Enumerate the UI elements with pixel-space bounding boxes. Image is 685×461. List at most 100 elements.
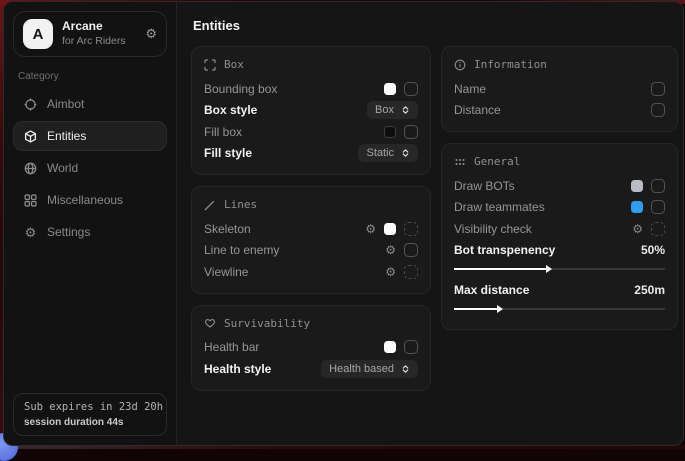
brand-card: A Arcane for Arc Riders ⚙ bbox=[13, 11, 167, 57]
sidebar-item-settings[interactable]: ⚙ Settings bbox=[13, 217, 167, 247]
viewline-row: Viewline ⚙ bbox=[204, 261, 418, 283]
bounding-box-row: Bounding box bbox=[204, 78, 418, 100]
bot-transparency-slider[interactable] bbox=[454, 268, 665, 270]
visibility-check-checkbox[interactable] bbox=[651, 222, 665, 236]
draw-bots-checkbox[interactable] bbox=[651, 179, 665, 193]
information-panel-title: Information bbox=[474, 58, 547, 71]
information-panel-header: Information bbox=[454, 58, 665, 71]
survivability-panel-title: Survivability bbox=[224, 317, 310, 330]
sidebar-item-world[interactable]: World bbox=[13, 153, 167, 183]
survivability-panel-header: Survivability bbox=[204, 317, 418, 330]
health-bar-checkbox[interactable] bbox=[404, 340, 418, 354]
sync-gear-icon[interactable]: ⚙ bbox=[145, 26, 157, 42]
health-bar-row: Health bar bbox=[204, 337, 418, 359]
box-panel-header: Box bbox=[204, 58, 418, 71]
distance-label: Distance bbox=[454, 103, 643, 117]
survivability-panel: Survivability Health bar Health style He… bbox=[191, 305, 431, 391]
avatar: A bbox=[23, 19, 53, 49]
visibility-check-row: Visibility check ⚙ bbox=[454, 218, 665, 240]
bot-transparency-row: Bot transpenency 50% bbox=[454, 240, 665, 262]
cube-icon bbox=[24, 130, 37, 143]
sidebar-item-aimbot[interactable]: Aimbot bbox=[13, 89, 167, 119]
session-duration-text: session duration 44s bbox=[24, 417, 156, 428]
bounding-box-color-swatch[interactable] bbox=[384, 83, 396, 95]
chevrons-up-down-icon bbox=[401, 105, 410, 115]
bounding-box-label: Bounding box bbox=[204, 82, 376, 96]
max-distance-label: Max distance bbox=[454, 283, 626, 297]
grid-icon bbox=[24, 194, 37, 207]
visibility-check-label: Visibility check bbox=[454, 222, 624, 236]
dots-grid-icon bbox=[454, 156, 466, 168]
distance-checkbox[interactable] bbox=[651, 103, 665, 117]
sidebar-item-label: World bbox=[47, 161, 78, 175]
draw-teammates-row: Draw teammates bbox=[454, 197, 665, 219]
viewline-label: Viewline bbox=[204, 265, 377, 279]
brand-text: Arcane for Arc Riders bbox=[62, 20, 126, 48]
skeleton-settings-gear-icon[interactable]: ⚙ bbox=[365, 223, 376, 235]
max-distance-row: Max distance 250m bbox=[454, 279, 665, 301]
skeleton-color-swatch[interactable] bbox=[384, 223, 396, 235]
viewline-checkbox[interactable] bbox=[404, 265, 418, 279]
sidebar-item-miscellaneous[interactable]: Miscellaneous bbox=[13, 185, 167, 215]
box-style-row: Box style Box bbox=[204, 100, 418, 122]
name-row: Name bbox=[454, 78, 665, 100]
draw-teammates-checkbox[interactable] bbox=[651, 200, 665, 214]
sidebar-item-label: Miscellaneous bbox=[47, 193, 123, 207]
heart-icon bbox=[204, 317, 216, 329]
draw-bots-color-swatch[interactable] bbox=[631, 180, 643, 192]
fill-style-select[interactable]: Static bbox=[358, 144, 418, 162]
chevrons-up-down-icon bbox=[401, 364, 410, 374]
max-distance-value: 250m bbox=[634, 283, 665, 297]
main-content: Entities Box Bounding box bbox=[177, 2, 684, 445]
box-style-label: Box style bbox=[204, 103, 359, 117]
health-style-select[interactable]: Health based bbox=[321, 360, 418, 378]
health-bar-color-swatch[interactable] bbox=[384, 341, 396, 353]
max-distance-slider[interactable] bbox=[454, 308, 665, 310]
health-style-value: Health based bbox=[329, 363, 394, 375]
bounding-box-checkbox[interactable] bbox=[404, 82, 418, 96]
fill-box-row: Fill box bbox=[204, 121, 418, 143]
line-to-enemy-label: Line to enemy bbox=[204, 243, 377, 257]
distance-row: Distance bbox=[454, 100, 665, 122]
app-window: A Arcane for Arc Riders ⚙ Category Aimbo… bbox=[3, 1, 684, 446]
category-label: Category bbox=[18, 71, 162, 82]
brand-name: Arcane bbox=[62, 20, 126, 33]
bot-transparency-slider-fill bbox=[454, 268, 547, 270]
bot-transparency-label: Bot transpenency bbox=[454, 243, 633, 257]
fill-box-checkbox[interactable] bbox=[404, 125, 418, 139]
line-to-enemy-row: Line to enemy ⚙ bbox=[204, 240, 418, 262]
skeleton-label: Skeleton bbox=[204, 222, 357, 236]
right-column: Information Name Distance bbox=[441, 46, 678, 330]
skeleton-row: Skeleton ⚙ bbox=[204, 218, 418, 240]
box-style-select[interactable]: Box bbox=[367, 101, 418, 119]
draw-teammates-color-swatch[interactable] bbox=[631, 201, 643, 213]
skeleton-checkbox[interactable] bbox=[404, 222, 418, 236]
bot-transparency-value: 50% bbox=[641, 243, 665, 257]
viewline-settings-gear-icon[interactable]: ⚙ bbox=[385, 266, 396, 278]
draw-teammates-label: Draw teammates bbox=[454, 200, 623, 214]
sidebar-item-label: Entities bbox=[47, 129, 86, 143]
line-to-enemy-settings-gear-icon[interactable]: ⚙ bbox=[385, 244, 396, 256]
gear-icon: ⚙ bbox=[24, 226, 37, 239]
subscription-card: Sub expires in 23d 20h session duration … bbox=[13, 393, 167, 436]
sidebar-item-entities[interactable]: Entities bbox=[13, 121, 167, 151]
fill-style-row: Fill style Static bbox=[204, 143, 418, 165]
visibility-check-settings-gear-icon[interactable]: ⚙ bbox=[632, 223, 643, 235]
name-checkbox[interactable] bbox=[651, 82, 665, 96]
globe-icon bbox=[24, 162, 37, 175]
max-distance-slider-fill bbox=[454, 308, 498, 310]
box-panel: Box Bounding box Box style Box bbox=[191, 46, 431, 175]
lines-panel: Lines Skeleton ⚙ Line to enemy ⚙ Vi bbox=[191, 186, 431, 294]
page-title: Entities bbox=[193, 18, 676, 33]
scan-corners-icon bbox=[204, 59, 216, 71]
panel-columns: Box Bounding box Box style Box bbox=[191, 46, 678, 391]
health-style-row: Health style Health based bbox=[204, 358, 418, 380]
health-bar-label: Health bar bbox=[204, 340, 376, 354]
line-to-enemy-checkbox[interactable] bbox=[404, 243, 418, 257]
fill-box-color-swatch[interactable] bbox=[384, 126, 396, 138]
left-column: Box Bounding box Box style Box bbox=[191, 46, 431, 391]
brand-subtitle: for Arc Riders bbox=[62, 36, 126, 48]
info-icon bbox=[454, 59, 466, 71]
sidebar-item-label: Settings bbox=[47, 225, 90, 239]
sidebar: A Arcane for Arc Riders ⚙ Category Aimbo… bbox=[4, 2, 177, 445]
